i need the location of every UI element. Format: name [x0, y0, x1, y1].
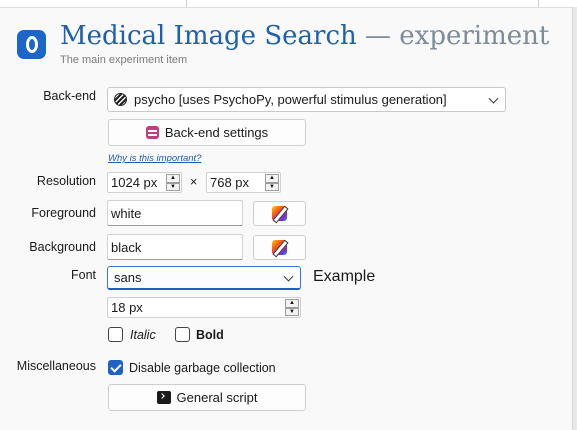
background-input[interactable]: black — [107, 234, 243, 260]
foreground-label: Foreground — [31, 206, 96, 220]
disable-gc-label[interactable]: Disable garbage collection — [129, 361, 276, 375]
resolution-height-value: 768 px — [210, 175, 250, 190]
settings-icon — [145, 126, 159, 139]
experiment-title[interactable]: Medical Image Search — [60, 21, 357, 51]
foreground-input[interactable]: white — [107, 200, 243, 226]
spin-up-icon[interactable]: ▲ — [265, 174, 279, 183]
backend-select[interactable]: psycho [uses PsychoPy, powerful stimulus… — [107, 87, 506, 112]
background-color-button[interactable] — [253, 235, 306, 260]
chevron-down-icon — [488, 93, 499, 104]
page-title[interactable]: Medical Image Search — experiment — [60, 19, 549, 53]
italic-label[interactable]: Italic — [130, 328, 156, 342]
palette-icon — [272, 206, 287, 221]
palette-icon — [272, 240, 287, 255]
item-description[interactable]: The main experiment item — [60, 54, 187, 66]
misc-label: Miscellaneous — [16, 359, 96, 373]
font-example: Example — [313, 268, 376, 285]
spin-down-icon[interactable]: ▼ — [166, 182, 180, 191]
resolution-times: × — [190, 175, 198, 189]
font-family-value: sans — [114, 270, 142, 285]
spin-up-icon[interactable]: ▲ — [166, 174, 180, 183]
backend-label: Back-end — [43, 89, 96, 103]
resolution-width-value: 1024 px — [111, 175, 158, 190]
chevron-down-icon — [283, 271, 294, 282]
resolution-height-input[interactable]: 768 px ▲ ▼ — [206, 172, 281, 193]
font-size-input[interactable]: 18 px ▲ ▼ — [107, 297, 301, 318]
background-label: Background — [29, 240, 96, 254]
why-important-link[interactable]: Why is this important? — [108, 153, 201, 164]
scrollbar[interactable] — [572, 7, 577, 430]
resolution-width-input[interactable]: 1024 px ▲ ▼ — [107, 172, 182, 193]
resolution-label: Resolution — [36, 174, 96, 188]
foreground-value: white — [111, 205, 142, 221]
terminal-icon — [156, 391, 171, 404]
font-family-select[interactable]: sans — [107, 266, 301, 290]
font-size-value: 18 px — [111, 300, 143, 315]
general-script-label: General script — [176, 390, 258, 405]
backend-selected-value: psycho [uses PsychoPy, powerful stimulus… — [134, 92, 447, 107]
opensesame-logo-icon — [17, 30, 46, 59]
bold-label[interactable]: Bold — [196, 328, 224, 342]
backend-icon — [114, 93, 127, 106]
spin-up-icon[interactable]: ▲ — [285, 299, 299, 308]
top-tab-strip — [0, 0, 577, 8]
item-type-label: experiment — [399, 21, 550, 51]
bold-checkbox[interactable] — [175, 327, 190, 342]
font-label: Font — [70, 268, 96, 282]
disable-gc-checkbox[interactable] — [108, 360, 123, 375]
spin-down-icon[interactable]: ▼ — [285, 307, 299, 316]
italic-checkbox[interactable] — [108, 327, 123, 342]
general-script-button[interactable]: General script — [108, 384, 306, 411]
spin-down-icon[interactable]: ▼ — [265, 182, 279, 191]
foreground-color-button[interactable] — [253, 201, 306, 226]
background-value: black — [111, 239, 142, 255]
backend-settings-button[interactable]: Back-end settings — [108, 119, 306, 146]
backend-settings-label: Back-end settings — [164, 125, 269, 140]
title-dash: — — [365, 21, 392, 51]
